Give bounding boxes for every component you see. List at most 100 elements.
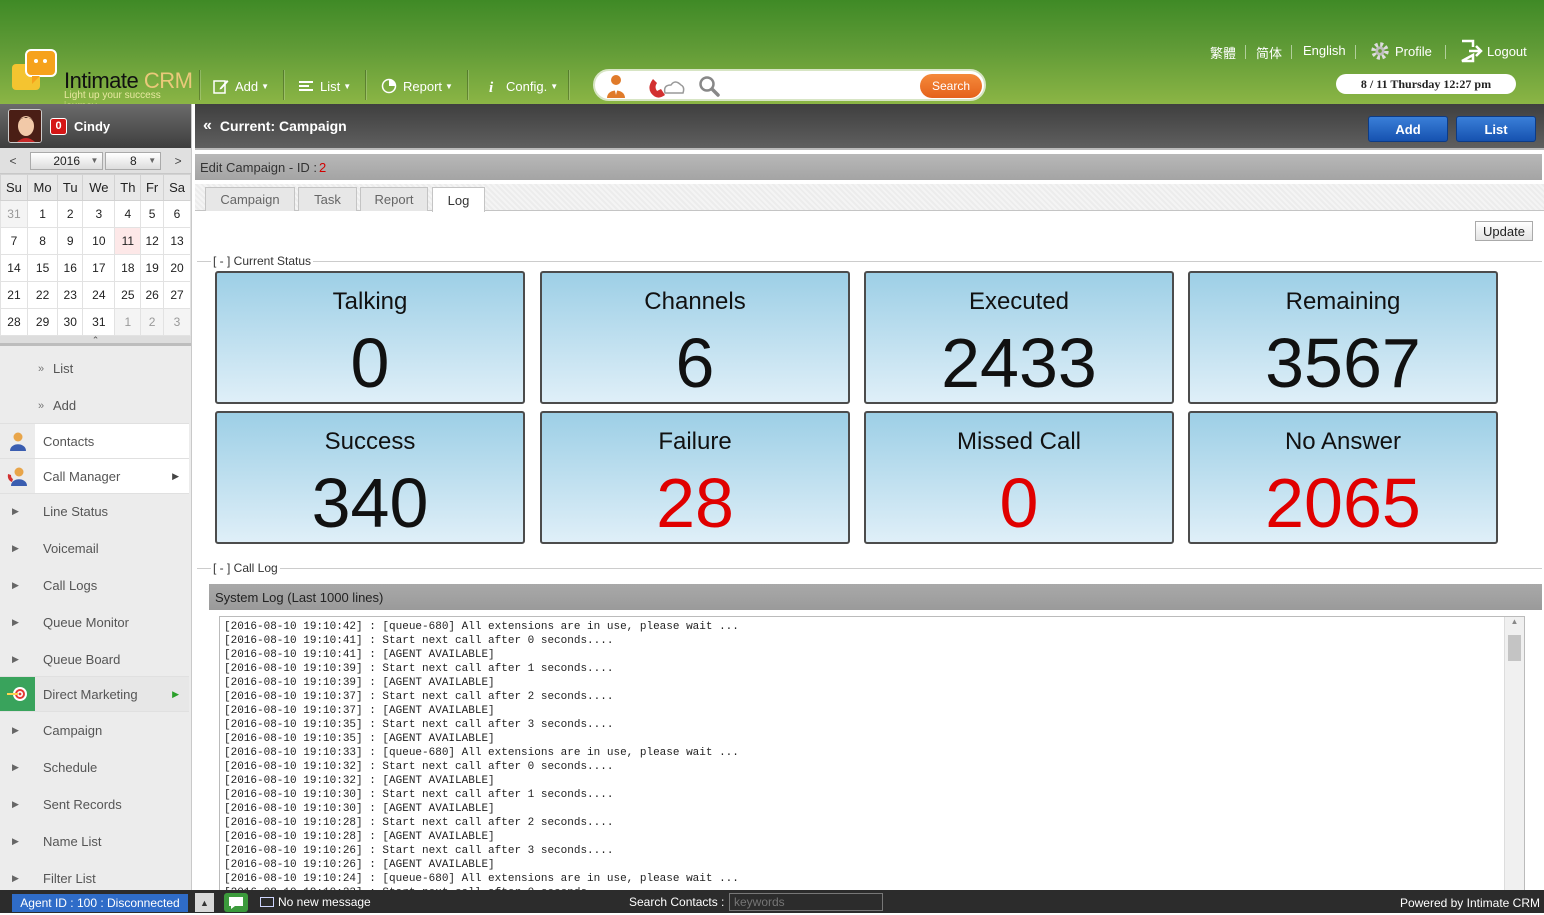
chevron-right-icon: ▶: [12, 506, 19, 516]
calendar-day[interactable]: 16: [57, 254, 84, 282]
calendar-day[interactable]: 1: [26, 200, 59, 228]
logo-icon: [12, 49, 57, 90]
sidebar-item-contacts[interactable]: Contacts: [0, 423, 189, 459]
person-icon[interactable]: [605, 73, 627, 99]
calendar-day[interactable]: 27: [163, 281, 191, 309]
double-chevron-left-icon[interactable]: «: [203, 117, 212, 135]
calendar-day[interactable]: 10: [82, 227, 116, 255]
log-line: [2016-08-10 19:10:26] : [AGENT AVAILABLE…: [224, 859, 495, 871]
calendar-day[interactable]: 8: [26, 227, 59, 255]
sidebar-item-direct-marketing[interactable]: Direct Marketing ▶: [0, 676, 189, 712]
add-button[interactable]: Add: [1368, 116, 1448, 142]
nav-add-menu[interactable]: Add ▼: [213, 70, 269, 102]
logout-link[interactable]: Logout: [1459, 39, 1527, 63]
update-button[interactable]: Update: [1475, 221, 1533, 241]
sidebar-item-schedule[interactable]: ▶ Schedule: [0, 749, 189, 786]
status-card-label: No Answer: [1284, 428, 1402, 455]
message-status[interactable]: No new message: [260, 895, 371, 909]
calendar-day[interactable]: 19: [140, 254, 165, 282]
calendar-collapse-icon[interactable]: ⌃: [0, 336, 191, 346]
calendar-day[interactable]: 7: [0, 227, 28, 255]
tab-log[interactable]: Log: [432, 187, 485, 212]
tab-task[interactable]: Task: [298, 187, 357, 211]
calendar-day[interactable]: 15: [26, 254, 59, 282]
calendar-day[interactable]: 24: [82, 281, 116, 309]
sidebar-item-queue-monitor[interactable]: ▶ Queue Monitor: [0, 604, 189, 641]
calendar-day[interactable]: 9: [57, 227, 84, 255]
agent-status-badge[interactable]: Agent ID : 100 : Disconnected: [12, 894, 188, 912]
calendar-day[interactable]: 14: [0, 254, 28, 282]
calendar-day[interactable]: 2: [140, 308, 165, 336]
search-button[interactable]: Search: [920, 74, 982, 98]
calendar-day[interactable]: 4: [114, 200, 142, 228]
calendar-day[interactable]: 13: [163, 227, 191, 255]
scroll-thumb[interactable]: [1508, 635, 1521, 661]
calendar-day[interactable]: 3: [163, 308, 191, 336]
calendar-year-select[interactable]: 2016 ▼: [29, 151, 104, 170]
calendar-day[interactable]: 28: [0, 308, 28, 336]
calendar-day[interactable]: 6: [163, 200, 191, 228]
calendar-day[interactable]: 17: [82, 254, 116, 282]
calendar-day[interactable]: 29: [26, 308, 59, 336]
sidebar-item-call-manager[interactable]: Call Manager ▶: [0, 458, 189, 494]
sidebar-subitem-add[interactable]: » Add: [0, 387, 189, 424]
log-scrollbar[interactable]: ▲: [1504, 617, 1524, 891]
sidebar-item-name-list[interactable]: ▶ Name List: [0, 823, 189, 860]
status-card-value: 28: [656, 464, 734, 542]
calendar-day[interactable]: 31: [0, 200, 28, 228]
calendar-day[interactable]: 22: [26, 281, 59, 309]
list-button[interactable]: List: [1456, 116, 1536, 142]
search-input[interactable]: [719, 76, 915, 96]
calendar-day[interactable]: 26: [140, 281, 165, 309]
avatar[interactable]: [8, 109, 42, 143]
calendar-day[interactable]: 18: [114, 254, 142, 282]
calendar-day[interactable]: 2: [57, 200, 84, 228]
log-line: [2016-08-10 19:10:35] : [AGENT AVAILABLE…: [224, 733, 495, 745]
calendar-month-select[interactable]: 8 ▼: [105, 151, 162, 170]
lang-english-link[interactable]: English: [1303, 43, 1346, 58]
nav-report-menu[interactable]: Report ▼: [381, 70, 453, 102]
calendar-day[interactable]: 5: [140, 200, 165, 228]
sidebar-item-queue-board[interactable]: ▶ Queue Board: [0, 641, 189, 678]
calendar-day[interactable]: 30: [57, 308, 84, 336]
nav-config-menu[interactable]: i Config. ▼: [484, 70, 558, 102]
tab-campaign[interactable]: Campaign: [205, 187, 295, 211]
weekday-header: Sa: [163, 174, 191, 201]
calendar-day[interactable]: 31: [82, 308, 116, 336]
search-contacts-input[interactable]: [729, 893, 883, 911]
log-line: [2016-08-10 19:10:33] : [queue-680] All …: [224, 747, 739, 759]
sidebar-item-call-logs[interactable]: ▶ Call Logs: [0, 567, 189, 604]
notification-badge[interactable]: 0: [50, 117, 67, 135]
chat-icon[interactable]: [224, 893, 248, 912]
system-log-textarea[interactable]: [2016-08-10 19:10:42] : [queue-680] All …: [219, 616, 1525, 892]
collapse-toggle[interactable]: [ - ] Call Log: [213, 561, 278, 575]
status-card-value: 6: [675, 324, 715, 402]
collapse-toggle[interactable]: [ - ] Current Status: [213, 254, 311, 268]
calendar-day[interactable]: 23: [57, 281, 84, 309]
phone-cloud-icon[interactable]: [641, 73, 685, 99]
calendar-day[interactable]: 20: [163, 254, 191, 282]
lang-traditional-chinese-link[interactable]: 繁體: [1210, 43, 1236, 62]
calendar-prev-button[interactable]: <: [4, 154, 22, 168]
sidebar-subitem-list[interactable]: » List: [0, 350, 189, 387]
tab-report[interactable]: Report: [360, 187, 428, 211]
nav-list-menu[interactable]: List ▼: [298, 70, 351, 102]
sidebar-item-filter-list[interactable]: ▶ Filter List: [0, 860, 189, 890]
lang-simplified-chinese-link[interactable]: 简体: [1256, 43, 1282, 62]
calendar-day[interactable]: 11: [114, 227, 142, 255]
search-icon[interactable]: [697, 74, 721, 98]
sidebar-item-voicemail[interactable]: ▶ Voicemail: [0, 530, 189, 567]
scroll-up-icon[interactable]: ▲: [1505, 617, 1524, 631]
sidebar-item-line-status[interactable]: ▶ Line Status: [0, 493, 189, 530]
calendar-next-button[interactable]: >: [169, 154, 187, 168]
brand-logo[interactable]: Intimate CRM Light up your success journ…: [8, 46, 194, 112]
calendar-day[interactable]: 21: [0, 281, 28, 309]
profile-link[interactable]: Profile: [1368, 40, 1432, 62]
calendar-day[interactable]: 3: [82, 200, 116, 228]
sidebar-item-campaign[interactable]: ▶ Campaign: [0, 712, 189, 749]
calendar-day[interactable]: 1: [114, 308, 142, 336]
sidebar-item-sent-records[interactable]: ▶ Sent Records: [0, 786, 189, 823]
expand-up-icon[interactable]: ▲: [195, 893, 214, 912]
calendar-day[interactable]: 25: [114, 281, 142, 309]
calendar-day[interactable]: 12: [140, 227, 165, 255]
